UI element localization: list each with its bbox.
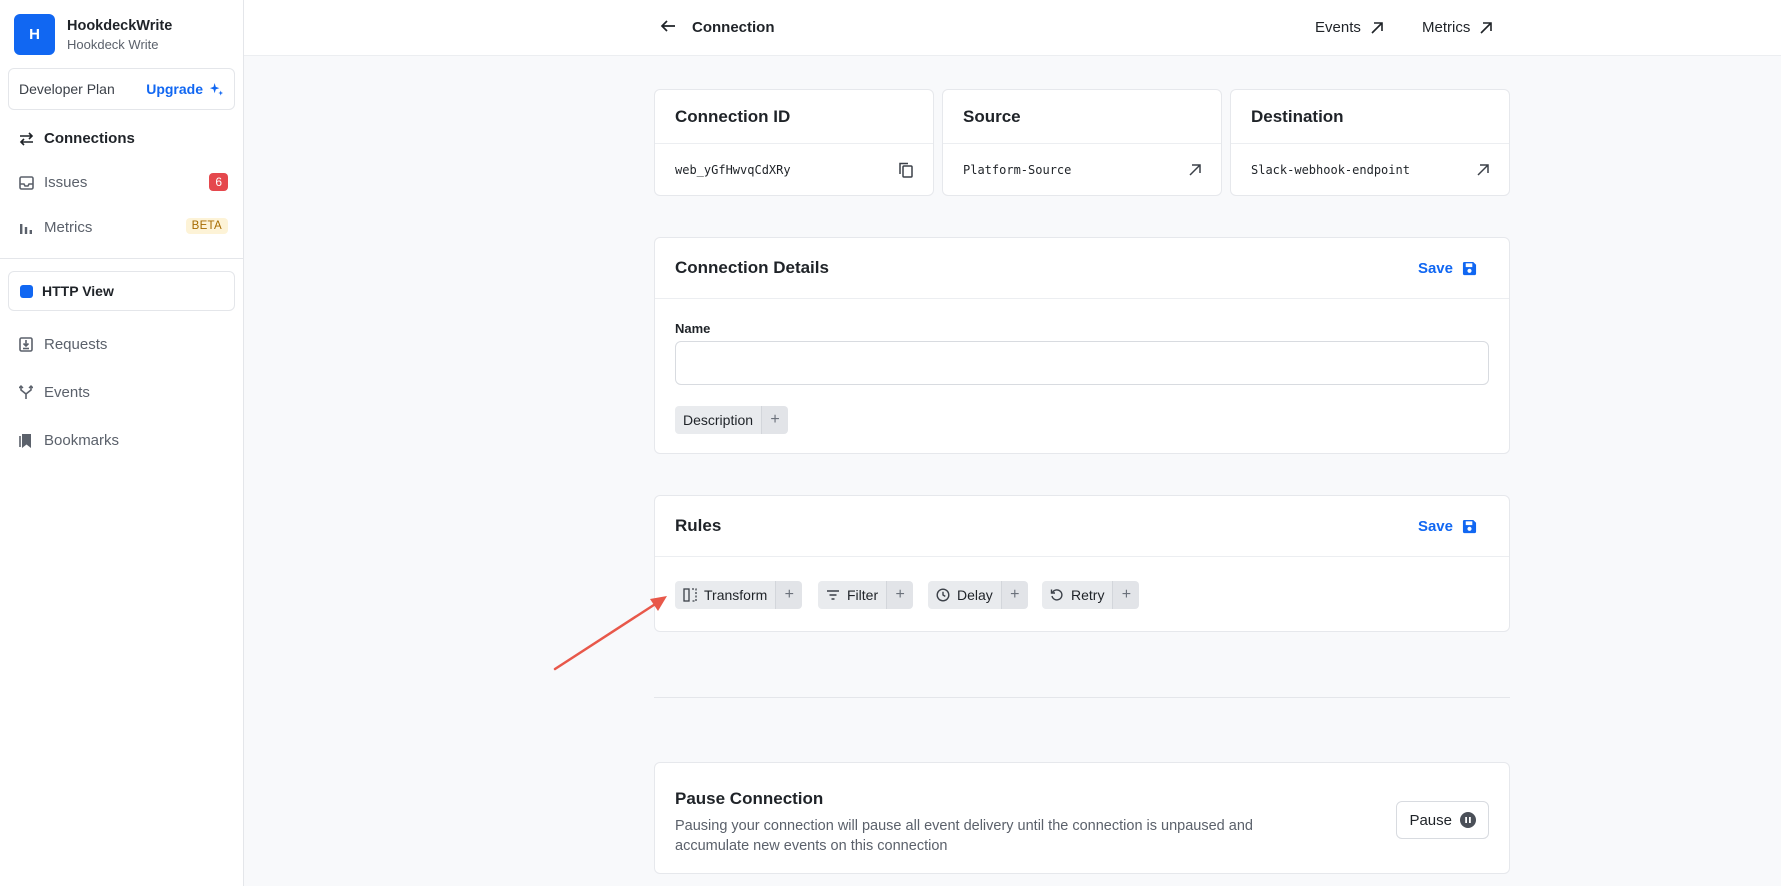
- events-link[interactable]: Events: [1315, 19, 1384, 36]
- save-details-button[interactable]: Save: [1418, 260, 1477, 277]
- workspace-name: HookdeckWrite: [67, 17, 173, 34]
- external-link-icon: [1371, 21, 1383, 34]
- download-box-icon: [18, 337, 34, 353]
- rule-chip-filter: Filter +: [818, 581, 914, 609]
- save-label: Save: [1417, 259, 1453, 277]
- sidebar-item-metrics[interactable]: Metrics BETA: [18, 218, 228, 236]
- view-label: HTTP View: [42, 283, 114, 299]
- name-field-label: Name: [675, 321, 711, 336]
- connection-id-card: Connection ID web_yGfHwvqCdXRy: [654, 89, 934, 196]
- retry-icon: [1050, 589, 1063, 601]
- add-transform-icon[interactable]: +: [775, 581, 803, 609]
- upgrade-label: Upgrade: [146, 81, 203, 97]
- card-title: Rules: [675, 516, 722, 535]
- inbox-icon: [18, 175, 34, 191]
- clock-icon: [936, 588, 950, 602]
- top-bar: Connection Events Metrics: [244, 0, 1781, 56]
- sidebar-item-label: Connections: [44, 130, 135, 147]
- rule-chip-transform: Transform +: [675, 581, 803, 609]
- delay-rule-button[interactable]: Delay: [928, 581, 1001, 609]
- destination-value: Slack-webhook-endpoint: [1251, 163, 1410, 177]
- rules-card: Rules Save Transform + Filter + Delay + …: [654, 495, 1510, 632]
- sidebar-item-events[interactable]: Events: [18, 384, 228, 401]
- back-arrow-icon[interactable]: [660, 18, 676, 37]
- transform-rule-button[interactable]: Transform: [675, 581, 776, 609]
- filter-icon: [827, 590, 839, 600]
- pause-icon: [1460, 812, 1476, 828]
- add-retry-icon[interactable]: +: [1112, 581, 1140, 609]
- sidebar-item-label: Events: [44, 384, 90, 401]
- card-title: Source: [963, 106, 1021, 126]
- workspace-avatar: H: [14, 14, 55, 55]
- transform-icon: [683, 588, 697, 602]
- pause-button-label: Pause: [1409, 811, 1452, 829]
- upgrade-button[interactable]: Upgrade: [146, 81, 224, 97]
- destination-card: Destination Slack-webhook-endpoint: [1230, 89, 1510, 196]
- name-input[interactable]: [675, 341, 1489, 385]
- beta-badge: BETA: [185, 218, 228, 234]
- sidebar-item-label: Metrics: [44, 219, 93, 236]
- card-title: Connection ID: [675, 106, 791, 126]
- retry-rule-button[interactable]: Retry: [1042, 581, 1113, 609]
- sidebar-divider: [0, 258, 243, 259]
- filter-rule-button[interactable]: Filter: [818, 581, 887, 609]
- rule-chip-delay: Delay +: [928, 581, 1028, 609]
- fork-icon: [18, 385, 34, 401]
- plan-box: Developer Plan Upgrade: [8, 68, 235, 110]
- save-label: Save: [1417, 517, 1453, 535]
- source-card: Source Platform-Source: [942, 89, 1222, 196]
- view-color-dot: [20, 284, 33, 298]
- rule-chip-retry: Retry +: [1042, 581, 1140, 609]
- floppy-disk-icon: [1462, 261, 1477, 275]
- bookmark-icon: [18, 433, 34, 449]
- description-chip: Description +: [675, 406, 789, 434]
- sidebar-item-label: Issues: [44, 174, 88, 191]
- sidebar-item-label: Bookmarks: [44, 432, 120, 449]
- add-filter-icon[interactable]: +: [886, 581, 914, 609]
- http-view-selector[interactable]: HTTP View: [8, 271, 235, 311]
- copy-icon[interactable]: [899, 162, 913, 178]
- sidebar-item-requests[interactable]: Requests: [18, 336, 228, 353]
- external-link-icon[interactable]: [1189, 164, 1201, 176]
- sidebar-item-issues[interactable]: Issues 6: [18, 173, 228, 191]
- card-title: Connection Details: [675, 258, 829, 277]
- pause-button[interactable]: Pause: [1396, 801, 1489, 839]
- events-link-label: Events: [1315, 19, 1361, 36]
- swap-arrows-icon: [18, 131, 34, 147]
- external-link-icon[interactable]: [1477, 164, 1489, 176]
- source-value: Platform-Source: [963, 163, 1072, 177]
- add-description-icon[interactable]: +: [761, 406, 789, 434]
- issues-count-badge: 6: [209, 173, 228, 191]
- sidebar-item-label: Requests: [44, 336, 108, 353]
- metrics-link[interactable]: Metrics: [1422, 19, 1493, 36]
- connection-details-card: Connection Details Save Name Description…: [654, 237, 1510, 454]
- annotation-arrow: [553, 596, 667, 671]
- bar-chart-icon: [18, 220, 34, 236]
- section-divider: [654, 697, 1510, 698]
- floppy-disk-icon: [1462, 519, 1477, 533]
- sidebar: H HookdeckWrite Hookdeck Write Developer…: [0, 0, 244, 886]
- metrics-link-label: Metrics: [1422, 19, 1471, 36]
- rule-label: Retry: [1071, 587, 1105, 603]
- sidebar-item-connections[interactable]: Connections: [18, 130, 228, 147]
- plan-label: Developer Plan: [19, 81, 115, 97]
- rule-label: Transform: [704, 587, 768, 603]
- pause-connection-card: Pause Connection Pausing your connection…: [654, 762, 1510, 874]
- connection-id-value: web_yGfHwvqCdXRy: [675, 163, 791, 177]
- card-title: Destination: [1251, 106, 1344, 126]
- description-toggle[interactable]: Description: [675, 406, 762, 434]
- pause-description: Pausing your connection will pause all e…: [675, 818, 1253, 854]
- pause-title: Pause Connection: [675, 789, 824, 808]
- add-delay-icon[interactable]: +: [1000, 581, 1028, 609]
- sidebar-item-bookmarks[interactable]: Bookmarks: [18, 432, 228, 449]
- external-link-icon: [1480, 21, 1493, 34]
- workspace-switcher[interactable]: H HookdeckWrite Hookdeck Write: [14, 14, 172, 55]
- rule-label: Filter: [847, 587, 879, 603]
- save-rules-button[interactable]: Save: [1418, 518, 1477, 535]
- workspace-subtitle: Hookdeck Write: [67, 36, 159, 52]
- sparkle-icon: [209, 82, 224, 96]
- rule-label: Delay: [957, 587, 993, 603]
- page-title: Connection: [692, 19, 775, 36]
